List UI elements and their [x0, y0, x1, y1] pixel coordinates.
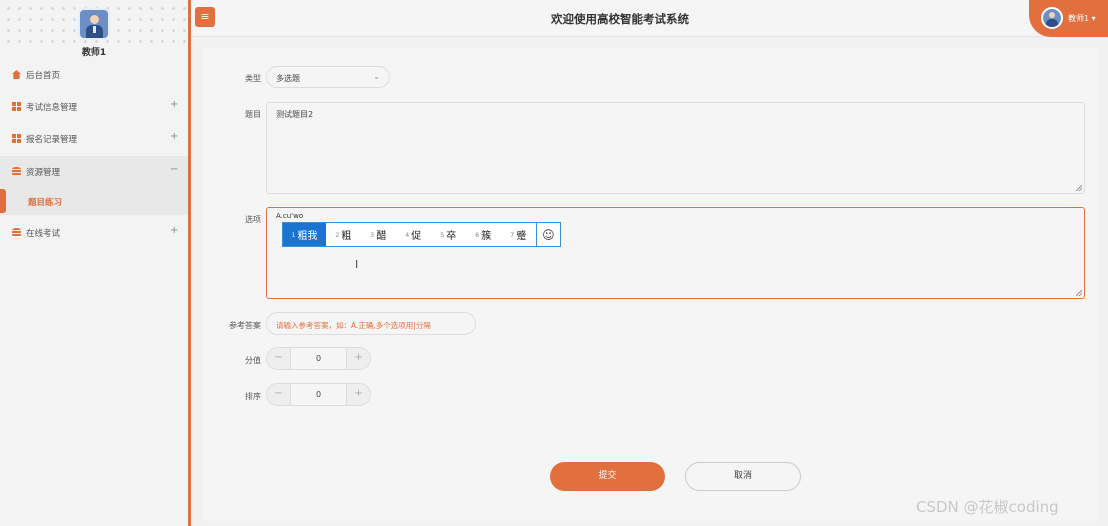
- chevron-down-icon: ⌄: [373, 72, 380, 81]
- question-textarea[interactable]: 测试题目2: [266, 102, 1085, 194]
- type-label: 类型: [245, 74, 261, 83]
- score-label: 分值: [245, 356, 261, 365]
- sidebar-item-label: 在线考试: [26, 229, 61, 239]
- resize-handle[interactable]: [1076, 290, 1082, 296]
- ime-candidate[interactable]: 7蹙: [501, 223, 536, 246]
- database-icon: [12, 167, 21, 176]
- resize-handle[interactable]: [1076, 185, 1082, 191]
- page-title: 欢迎使用高校智能考试系统: [551, 12, 689, 26]
- ime-candidate[interactable]: 6簇: [466, 223, 501, 246]
- collapse-icon: −: [170, 164, 179, 175]
- sidebar-item-resources[interactable]: 资源管理 −: [0, 156, 188, 187]
- options-label: 选项: [245, 215, 261, 224]
- header: ≡ 欢迎使用高校智能考试系统 教师1 ▾: [191, 0, 1108, 37]
- grid-icon: [12, 134, 21, 143]
- sidebar-username: 教师1: [81, 48, 107, 58]
- database-icon: [12, 228, 21, 237]
- grid-icon: [12, 102, 21, 111]
- score-value[interactable]: 0: [291, 348, 346, 369]
- sidebar-item-online-exam[interactable]: 在线考试 +: [0, 217, 188, 248]
- sidebar-item-exam-info[interactable]: 考试信息管理 +: [0, 91, 188, 122]
- score-stepper: − 0 +: [266, 347, 371, 370]
- type-select-value: 多选题: [276, 74, 300, 83]
- sidebar-item-label: 考试信息管理: [26, 103, 78, 113]
- sidebar-subitem-question-practice[interactable]: 题目练习: [0, 187, 188, 215]
- user-avatar: [1041, 7, 1063, 29]
- ime-candidate-bar: 1 粗我 2粗 3醋 4促 5卒 6簇 7蹙 ☺: [282, 222, 561, 247]
- active-indicator: [0, 189, 6, 213]
- emoji-icon[interactable]: ☺: [535, 223, 560, 246]
- text-cursor-icon: I: [355, 258, 359, 271]
- order-stepper: − 0 +: [266, 383, 371, 406]
- cancel-button[interactable]: 取消: [685, 462, 801, 491]
- increment-button[interactable]: +: [346, 348, 370, 369]
- decrement-button[interactable]: −: [267, 348, 291, 369]
- order-label: 排序: [245, 392, 261, 401]
- ime-candidate[interactable]: 4促: [396, 223, 431, 246]
- ime-candidate[interactable]: 1 粗我: [283, 223, 326, 246]
- watermark: CSDN @花椒coding: [916, 498, 1059, 516]
- answer-placeholder: 请输入参考答案，如：A.正确,多个选项用|分隔: [276, 321, 431, 330]
- sidebar-item-home[interactable]: 后台首页: [0, 59, 188, 90]
- answer-input[interactable]: 请输入参考答案，如：A.正确,多个选项用|分隔: [266, 312, 476, 335]
- sidebar-item-label: 后台首页: [26, 71, 61, 81]
- answer-label: 参考答案: [229, 321, 261, 330]
- submit-button[interactable]: 提交: [550, 462, 665, 491]
- ime-candidate[interactable]: 2粗: [326, 223, 361, 246]
- increment-button[interactable]: +: [346, 384, 370, 405]
- expand-icon: +: [170, 131, 179, 142]
- question-text: 测试题目2: [276, 110, 314, 119]
- user-menu-label: 教师1 ▾: [1068, 14, 1096, 23]
- type-select[interactable]: 多选题 ⌄: [266, 66, 390, 88]
- sidebar-subitem-label: 题目练习: [28, 198, 63, 208]
- avatar: [78, 8, 110, 40]
- order-value[interactable]: 0: [291, 384, 346, 405]
- home-icon: [12, 70, 21, 79]
- decrement-button[interactable]: −: [267, 384, 291, 405]
- question-label: 题目: [245, 110, 261, 119]
- ime-candidate[interactable]: 3醋: [361, 223, 396, 246]
- expand-icon: +: [170, 99, 179, 110]
- expand-icon: +: [170, 225, 179, 236]
- user-menu[interactable]: 教师1 ▾: [1029, 0, 1108, 37]
- sidebar: 教师1 后台首页 考试信息管理 + 报名记录管理 + 资源管理 − 题目练习 在…: [0, 0, 188, 526]
- sidebar-border: [188, 0, 191, 526]
- sidebar-item-label: 资源管理: [26, 168, 61, 178]
- ime-pinyin-composition: A.cu'wo: [276, 212, 304, 220]
- question-form: 类型 多选题 ⌄ 题目 测试题目2 选项 A.cu'wo 1 粗我 2粗 3醋 4…: [203, 48, 1097, 521]
- sidebar-item-registration[interactable]: 报名记录管理 +: [0, 123, 188, 154]
- options-textarea[interactable]: A.cu'wo 1 粗我 2粗 3醋 4促 5卒 6簇 7蹙 ☺ I: [266, 207, 1085, 299]
- ime-candidate[interactable]: 5卒: [431, 223, 466, 246]
- sidebar-item-label: 报名记录管理: [26, 135, 78, 145]
